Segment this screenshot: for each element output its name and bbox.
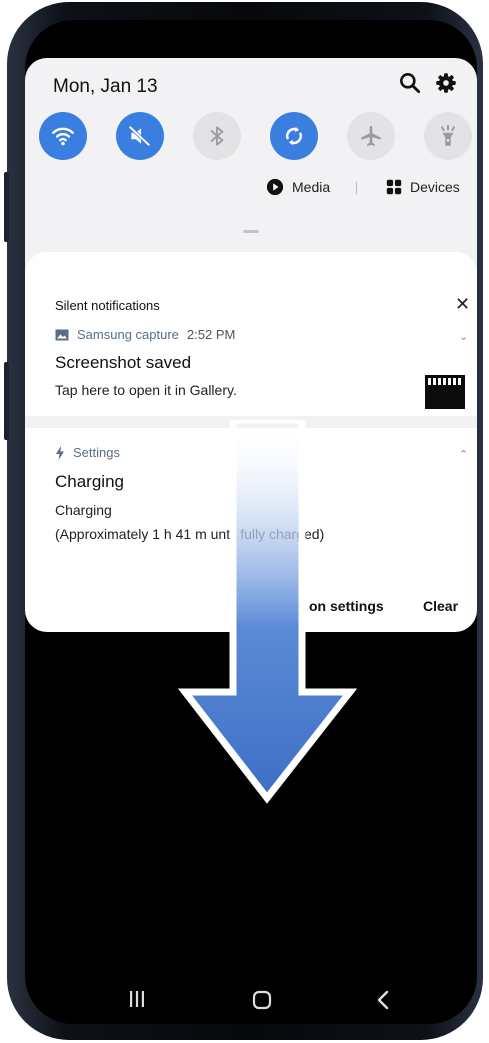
- silent-notifications-title: Silent notifications: [55, 298, 160, 313]
- bluetooth-icon: [210, 126, 224, 146]
- play-icon: [266, 178, 284, 196]
- flashlight-icon: [441, 124, 455, 146]
- devices-label: Devices: [410, 179, 460, 195]
- date-label: Mon, Jan 13: [53, 76, 158, 97]
- back-icon[interactable]: [376, 990, 390, 1010]
- screenshot-thumbnail[interactable]: [425, 375, 465, 409]
- close-icon[interactable]: ✕: [455, 294, 470, 315]
- notification-app-line: Samsung capture 2:52 PM: [55, 327, 235, 342]
- devices-button[interactable]: Devices: [385, 178, 460, 196]
- volume-button: [4, 172, 9, 242]
- phone-frame: Mon, Jan 13 Media Devices Silent notific…: [4, 2, 483, 1040]
- notification-app-name: Settings: [73, 445, 120, 460]
- chevron-down-icon[interactable]: ⌄: [459, 330, 468, 343]
- wifi-icon: [52, 127, 74, 146]
- notification-text[interactable]: Tap here to open it in Gallery.: [55, 382, 237, 398]
- phone-screen: Mon, Jan 13 Media Devices Silent notific…: [25, 20, 477, 1024]
- mute-icon: [129, 126, 150, 146]
- panel-drag-handle[interactable]: [243, 230, 259, 233]
- notification-text[interactable]: Charging: [55, 502, 112, 518]
- lightning-icon: [56, 445, 64, 460]
- notification-time: 2:52 PM: [186, 327, 236, 342]
- chevron-up-icon[interactable]: ⌃: [459, 448, 468, 461]
- gear-icon[interactable]: [433, 70, 459, 96]
- notification-title[interactable]: Charging: [55, 472, 124, 492]
- auto-rotate-toggle[interactable]: [270, 112, 318, 160]
- airplane-icon: [361, 125, 381, 146]
- search-icon[interactable]: [397, 70, 423, 96]
- devices-icon: [386, 179, 402, 195]
- notification-app-line: Settings: [55, 445, 120, 460]
- notification-title[interactable]: Screenshot saved: [55, 353, 191, 373]
- wifi-toggle[interactable]: [39, 112, 87, 160]
- media-label: Media: [292, 179, 331, 195]
- swipe-down-arrow: [177, 420, 358, 804]
- bixby-button: [4, 362, 9, 440]
- image-icon: [55, 329, 69, 340]
- airplane-mode-toggle[interactable]: [347, 112, 395, 160]
- recent-apps-icon[interactable]: [129, 990, 145, 1008]
- mute-toggle[interactable]: [116, 112, 164, 160]
- notification-app-name: Samsung capture: [77, 327, 179, 342]
- media-button[interactable]: Media: [266, 178, 330, 196]
- flashlight-toggle[interactable]: [424, 112, 472, 160]
- auto-rotate-icon: [285, 126, 303, 146]
- home-icon[interactable]: [252, 990, 272, 1010]
- media-divider: [356, 182, 357, 194]
- clear-button[interactable]: Clear: [423, 598, 458, 614]
- bluetooth-toggle[interactable]: [193, 112, 241, 160]
- film-strip: [428, 378, 462, 385]
